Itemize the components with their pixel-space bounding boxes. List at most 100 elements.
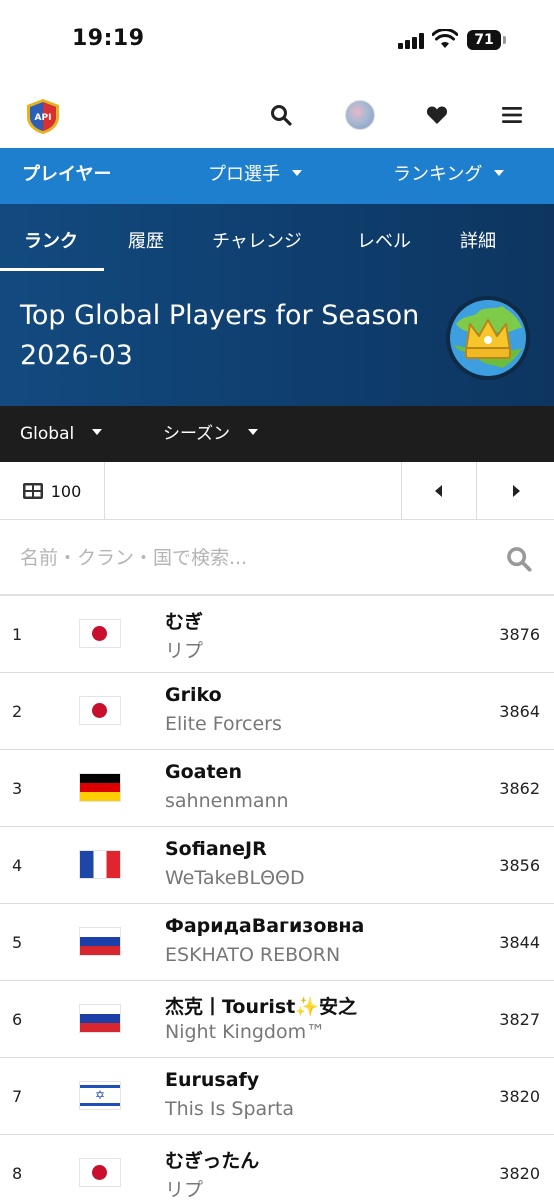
ranking-list: 1 むぎ リプ 3876 2 Griko Elite Forcers 3 8 6 4 … (0, 596, 554, 1200)
player-name[interactable]: むぎったん (165, 1146, 259, 1173)
rank-number: 8 (12, 1164, 23, 1183)
rank-number: 3 (12, 779, 23, 798)
search-icon[interactable] (267, 101, 295, 129)
battery-tip (503, 36, 506, 44)
clan-name[interactable]: リプ (165, 636, 203, 663)
next-page-button[interactable] (477, 462, 554, 520)
filter-bar: Global シーズン (0, 406, 554, 462)
search-input[interactable] (20, 540, 490, 576)
clan-name[interactable]: Night Kingdom™ (165, 1021, 325, 1043)
page-size-selector[interactable]: 100 (0, 462, 105, 520)
trophy-count: 3844 (499, 933, 540, 952)
nav-label: ランキング (393, 164, 483, 185)
site-logo[interactable]: API (24, 97, 62, 135)
trophy-count: 3862 (499, 779, 540, 798)
rank-number: 1 (12, 625, 23, 644)
tab-history[interactable]: 履歴 (128, 204, 164, 272)
hero-section: ランク 履歴 チャレンジ レベル 詳細 Top Global Players f… (0, 204, 554, 406)
tab-details[interactable]: 詳細 (460, 204, 496, 272)
pager-spacer (105, 462, 402, 520)
rank-number: 5 (12, 933, 23, 952)
table-row[interactable]: 8 むぎったん リプ 3820 (0, 1135, 554, 1200)
search-icon[interactable] (506, 546, 532, 572)
clan-name[interactable]: リプ (165, 1175, 203, 1200)
rank-number: 2 (12, 702, 23, 721)
table-row[interactable]: 4 SofianeJR WeTakeBLΘΘD 3856 (0, 827, 554, 904)
nav-label: プレイヤー (22, 164, 112, 185)
tab-level[interactable]: レベル (357, 204, 411, 272)
chevron-right-icon (512, 485, 520, 497)
player-name[interactable]: ФаридаВагизовна (165, 915, 364, 937)
nav-item-pro-players[interactable]: プロ選手 (208, 148, 302, 204)
active-tab-indicator (0, 268, 104, 271)
table-row[interactable]: 6 杰克丨Tourist✨安之 Night Kingdom™ 3827 (0, 981, 554, 1058)
trophy-count: 3864 (499, 702, 540, 721)
flag-germany-icon (80, 774, 120, 801)
player-name[interactable]: Goaten (165, 761, 242, 783)
flag-russia-icon (80, 928, 120, 955)
clan-name[interactable]: ESKHATO REBORN (165, 944, 340, 966)
rank-number: 7 (12, 1087, 23, 1106)
heart-icon[interactable] (423, 101, 451, 129)
global-crown-badge-icon (446, 296, 530, 380)
table-row[interactable]: 3 Goaten sahnenmann 3862 (0, 750, 554, 827)
nav-item-players[interactable]: プレイヤー (22, 148, 111, 204)
table-row[interactable]: 2 Griko Elite Forcers 3864 (0, 673, 554, 750)
region-dropdown[interactable]: Global (20, 406, 103, 462)
clan-name[interactable]: WeTakeBLΘΘD (165, 867, 305, 889)
main-nav: プレイヤー プロ選手 ランキング (0, 148, 554, 204)
page-size-value: 100 (50, 481, 82, 501)
pagination-bar: 100 (0, 462, 554, 520)
nav-label: プロ選手 (208, 164, 280, 185)
ranking-tabs: ランク 履歴 チャレンジ レベル 詳細 (0, 204, 554, 272)
chevron-left-icon (435, 485, 442, 497)
page-title: Top Global Players for Season 2026-03 (20, 300, 420, 371)
season-label: シーズン (163, 424, 231, 444)
region-label: Global (20, 424, 75, 444)
player-name[interactable]: SofianeJR (165, 838, 267, 860)
status-bar: 19:19 71 (0, 0, 554, 82)
hamburger-menu-icon[interactable] (498, 101, 526, 129)
clan-name[interactable]: sahnenmann (165, 790, 289, 812)
flag-france-icon (80, 851, 120, 878)
tab-challenge[interactable]: チャレンジ (212, 204, 302, 272)
flag-japan-icon (80, 1159, 120, 1186)
trophy-count: 3856 (499, 856, 540, 875)
table-row[interactable]: 7 Eurusafy This Is Sparta 3820 (0, 1058, 554, 1135)
trophy-count: 3820 (499, 1164, 540, 1183)
player-name[interactable]: Eurusafy (165, 1069, 259, 1091)
flag-israel-icon (80, 1082, 120, 1109)
prev-page-button[interactable] (402, 462, 477, 520)
table-row[interactable]: 1 むぎ リプ 3876 (0, 596, 554, 673)
caret-down-icon (292, 170, 302, 176)
flag-japan-icon (80, 620, 120, 647)
logo-text: API (35, 113, 52, 123)
player-name[interactable]: むぎ (165, 607, 203, 634)
trophy-count: 3820 (499, 1087, 540, 1106)
player-search (0, 520, 554, 596)
wifi-icon (432, 29, 458, 48)
table-icon (22, 483, 43, 499)
site-header: API (0, 82, 554, 148)
caret-down-icon (92, 429, 103, 435)
player-name[interactable]: 杰克丨Tourist✨安之 (165, 992, 357, 1019)
table-row[interactable]: 5 ФаридаВагизовна ESKHATO REBORN 3844 (0, 904, 554, 981)
cellular-signal-icon (398, 33, 426, 49)
trophy-count: 3827 (499, 1010, 540, 1029)
player-name[interactable]: Griko (165, 684, 222, 706)
clan-name[interactable]: This Is Sparta (165, 1098, 294, 1120)
season-dropdown[interactable]: シーズン (163, 406, 259, 462)
user-avatar[interactable] (345, 100, 375, 130)
flag-russia-icon (80, 1005, 120, 1032)
flag-japan-icon (80, 697, 120, 724)
trophy-count: 3876 (499, 625, 540, 644)
nav-item-rankings[interactable]: ランキング (393, 148, 505, 204)
rank-number: 6 (12, 1010, 23, 1029)
tab-rank[interactable]: ランク (24, 204, 78, 272)
caret-down-icon (494, 170, 505, 176)
rank-number: 4 (12, 856, 23, 875)
caret-down-icon (248, 429, 259, 435)
clan-name[interactable]: Elite Forcers (165, 713, 282, 735)
status-time: 19:19 (72, 26, 145, 51)
battery-indicator: 71 (467, 30, 501, 50)
